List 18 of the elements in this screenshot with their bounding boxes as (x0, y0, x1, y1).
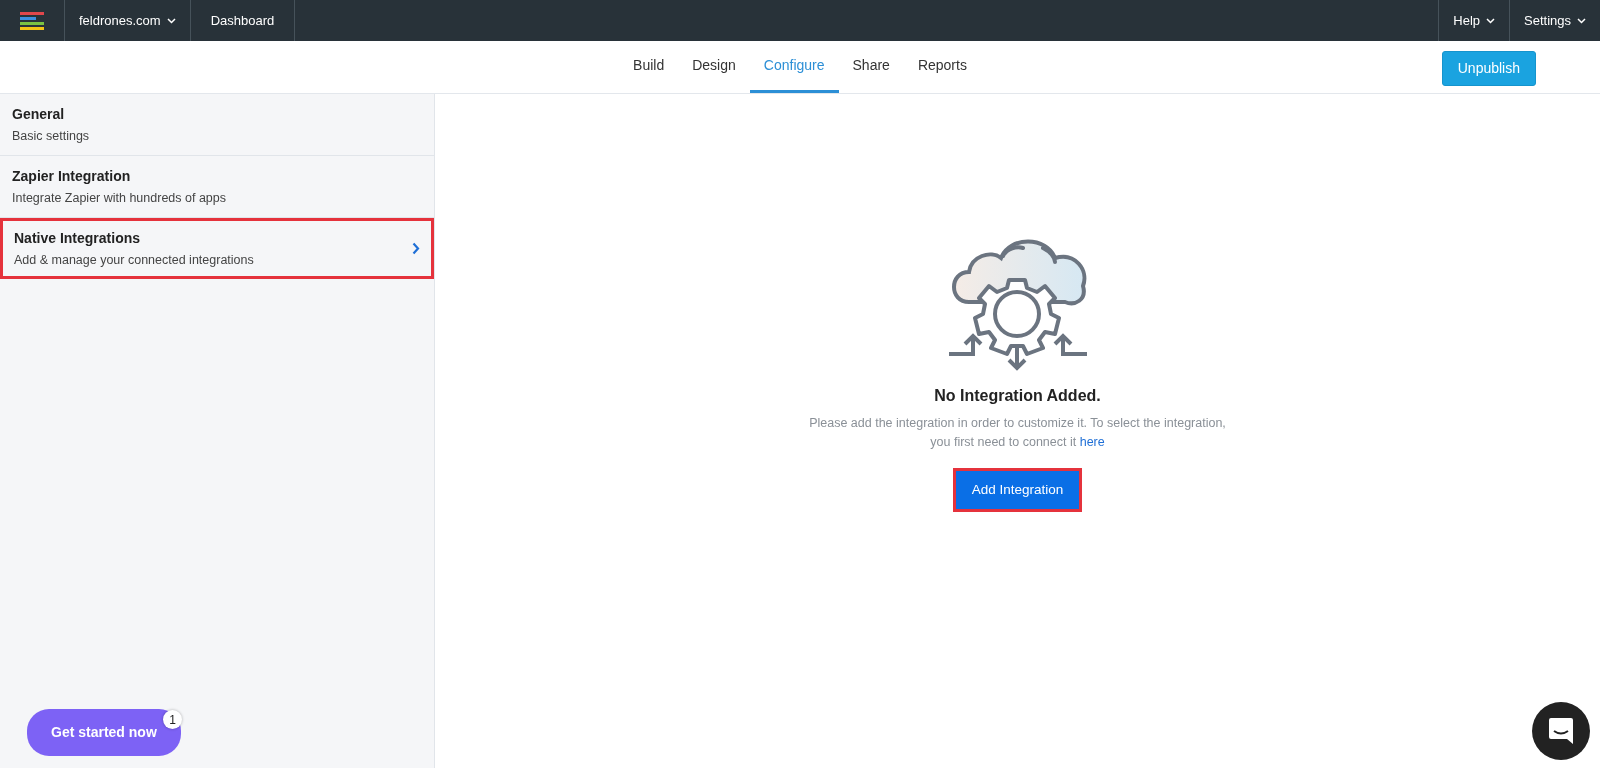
tab[interactable]: Reports (903, 41, 981, 93)
chevron-down-icon (1486, 17, 1495, 24)
chat-icon (1548, 717, 1574, 745)
empty-state-message: Please add the integration in order to customize it. To select the integration, (809, 415, 1226, 432)
chevron-down-icon (1577, 17, 1586, 24)
empty-state-title: No Integration Added. (934, 386, 1101, 406)
sidebar-item[interactable]: Zapier Integration Integrate Zapier with hundreds of apps (0, 155, 434, 218)
sidebar-item[interactable]: Native Integrations Add & manage your connected integrations (0, 217, 434, 280)
chevron-down-icon (166, 17, 176, 24)
chevron-right-icon (412, 241, 420, 255)
empty-state-message: you first need to connect it (930, 435, 1077, 450)
add-integration-button[interactable]: Add Integration (955, 470, 1080, 509)
tab[interactable]: Design (678, 41, 750, 93)
here-link[interactable]: here (1079, 435, 1105, 450)
tab[interactable]: Share (838, 41, 904, 93)
tab[interactable]: Build (619, 41, 679, 93)
sidebar-item[interactable]: General Basic settings (0, 94, 434, 156)
logo-icon (20, 11, 44, 30)
